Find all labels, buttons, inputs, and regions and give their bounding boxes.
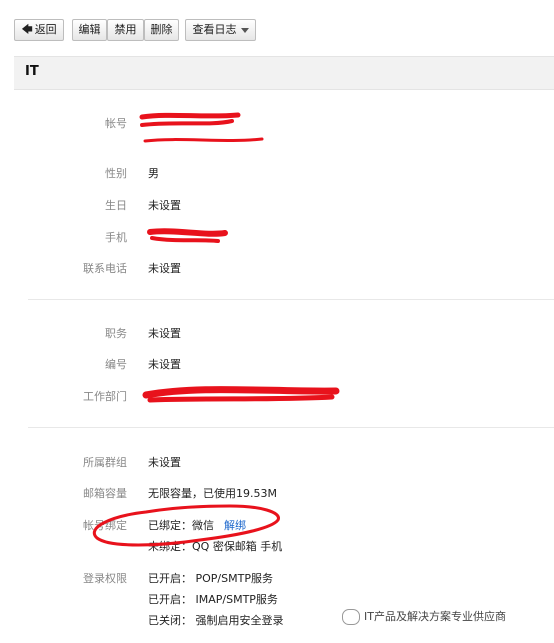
mailbox-label: 邮箱容量 — [83, 487, 127, 500]
birthday-label: 生日 — [105, 199, 127, 212]
login-pop: 已开启： POP/SMTP服务 — [148, 572, 273, 585]
login-imap: 已开启： IMAP/SMTP服务 — [148, 593, 278, 606]
birthday-value: 未设置 — [148, 199, 181, 212]
arrow-left-icon: 🡄 — [21, 23, 33, 36]
department-label: 工作部门 — [83, 390, 127, 403]
wechat-icon — [342, 609, 360, 625]
mobile-label: 手机 — [105, 231, 127, 244]
redaction-scribble — [143, 137, 264, 143]
login-secure: 已关闭： 强制启用安全登录 — [148, 614, 284, 627]
redaction-scribble — [140, 119, 234, 127]
view-log-dropdown[interactable]: 查看日志 — [185, 19, 256, 41]
login-label: 登录权限 — [83, 572, 127, 585]
back-button[interactable]: 🡄 返回 — [14, 19, 64, 41]
unbound-value: 未绑定：QQ 密保邮箱 手机 — [148, 540, 283, 553]
position-label: 职务 — [105, 327, 127, 340]
group-label: 所属群组 — [83, 456, 127, 469]
edit-button[interactable]: 编辑 — [72, 19, 107, 41]
gender-label: 性别 — [105, 167, 127, 180]
account-label: 帐号 — [105, 117, 127, 130]
delete-button[interactable]: 删除 — [144, 19, 179, 41]
disable-button[interactable]: 禁用 — [107, 19, 144, 41]
group-value: 未设置 — [148, 456, 181, 469]
position-value: 未设置 — [148, 327, 181, 340]
section-divider — [28, 299, 554, 300]
page-title-bar: IT — [14, 56, 554, 90]
number-label: 编号 — [105, 358, 127, 371]
chevron-down-icon — [240, 27, 249, 33]
gender-value: 男 — [148, 167, 159, 180]
phone-label: 联系电话 — [83, 262, 127, 275]
section-divider — [28, 427, 554, 428]
redaction-scribble — [150, 236, 220, 243]
phone-value: 未设置 — [148, 262, 181, 275]
mailbox-value: 无限容量，已使用19.53M — [148, 487, 277, 500]
redaction-scribble — [139, 112, 241, 120]
bound-value: 已绑定：微信 解绑 — [148, 519, 246, 532]
redaction-scribble — [147, 394, 335, 403]
watermark: IT产品及解决方案专业供应商 — [342, 608, 506, 625]
redaction-scribble — [142, 386, 340, 399]
binding-label: 帐号绑定 — [83, 519, 127, 532]
redaction-scribble — [147, 228, 228, 237]
unbind-link[interactable]: 解绑 — [224, 519, 246, 532]
number-value: 未设置 — [148, 358, 181, 371]
page-title: IT — [25, 64, 39, 79]
